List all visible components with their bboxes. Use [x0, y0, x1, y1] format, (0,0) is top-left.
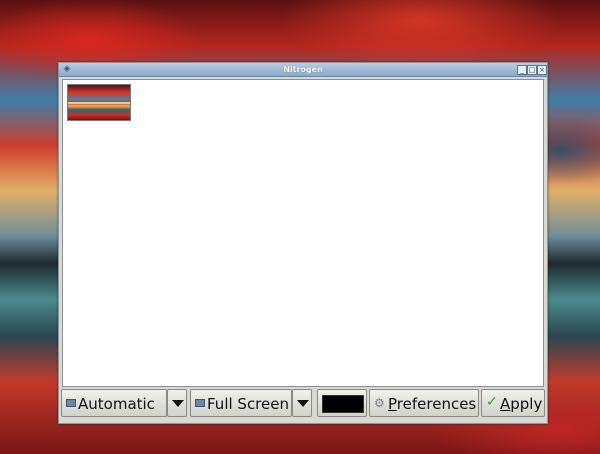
close-icon[interactable]: × [537, 65, 547, 75]
bottom-toolbar: Automatic Full Screen ⚙ Preferences ✓ Ap… [59, 387, 547, 421]
color-swatch [322, 395, 364, 413]
chevron-down-icon [172, 400, 184, 407]
mode-combo-dropdown[interactable] [167, 389, 187, 417]
mode-combo-label: Automatic [78, 395, 155, 413]
checkmark-icon: ✓ [486, 394, 498, 410]
title-bar[interactable]: ◈ Nitrogen _ □ × [59, 63, 547, 77]
nitrogen-window: ◈ Nitrogen _ □ × Automatic Full Screen ⚙ [58, 62, 548, 424]
monitor-icon [66, 399, 76, 407]
monitor-icon [195, 399, 205, 407]
wallpaper-list[interactable] [62, 79, 544, 387]
maximize-icon[interactable]: □ [527, 65, 537, 75]
minimize-icon[interactable]: _ [517, 65, 527, 75]
window-title: Nitrogen [283, 65, 323, 74]
wallpaper-thumbnail[interactable] [67, 84, 131, 121]
chevron-down-icon [297, 400, 309, 407]
thumbnail-horizon [68, 102, 130, 104]
mode-combo[interactable]: Automatic [61, 389, 167, 417]
preferences-icon: ⚙ [374, 396, 385, 410]
display-combo[interactable]: Full Screen [190, 389, 292, 417]
preferences-label: Preferences [388, 395, 477, 413]
display-combo-label: Full Screen [207, 395, 289, 413]
apply-label: Apply [500, 395, 543, 413]
apply-button[interactable]: ✓ Apply [481, 389, 545, 417]
background-color-button[interactable] [317, 389, 367, 417]
display-combo-dropdown[interactable] [292, 389, 312, 417]
preferences-button[interactable]: ⚙ Preferences [369, 389, 479, 417]
